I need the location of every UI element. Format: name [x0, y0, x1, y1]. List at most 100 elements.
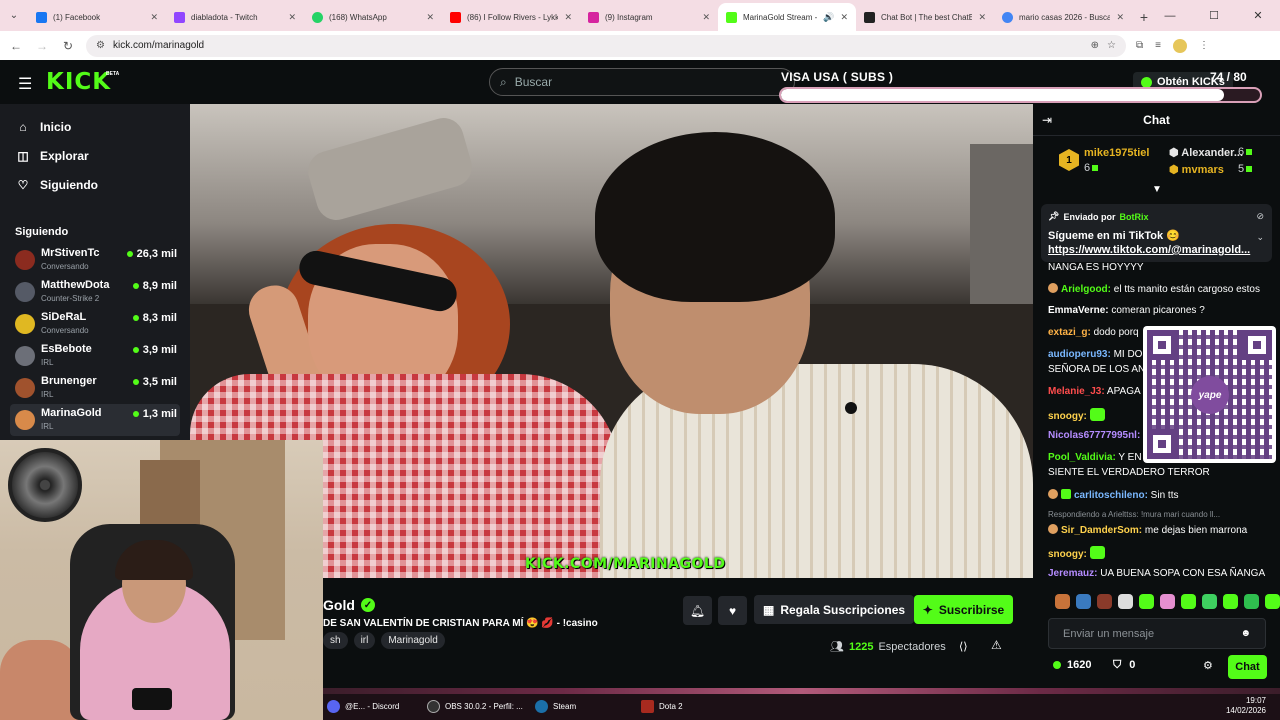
- badge-icon: [1048, 283, 1058, 293]
- subscribe-button[interactable]: ✦ Suscribirse: [914, 595, 1013, 624]
- sidebar-item-explorar[interactable]: ◫ Explorar: [16, 149, 88, 163]
- kicks-balance[interactable]: 1620: [1053, 659, 1091, 671]
- taskbar-item-discord[interactable]: @E... - Discord: [327, 700, 399, 713]
- minimize-icon[interactable]: —: [1148, 0, 1192, 31]
- tab-google[interactable]: mario casas 2026 - Buscar ✕: [994, 3, 1132, 31]
- emote-icon[interactable]: [1160, 594, 1175, 609]
- close-window-icon[interactable]: ✕: [1236, 0, 1280, 31]
- channel-points[interactable]: ⛉ 0: [1113, 659, 1135, 672]
- tag[interactable]: sh: [323, 632, 348, 649]
- close-icon[interactable]: ✕: [150, 12, 158, 23]
- sidebar-item-siguiendo[interactable]: ♡ Siguiendo: [16, 178, 98, 192]
- maximize-icon[interactable]: ☐: [1192, 0, 1236, 31]
- back-icon[interactable]: ←: [8, 39, 24, 53]
- forward-icon[interactable]: →: [34, 39, 50, 53]
- emote-icon[interactable]: [1181, 594, 1196, 609]
- dota-icon: [641, 700, 654, 713]
- followed-channel[interactable]: MrStivenTc Conversando 26,3 mil: [10, 244, 180, 276]
- qr-finder-icon: [1147, 330, 1177, 360]
- leaderboard-user[interactable]: ⬢ mvmars: [1169, 163, 1224, 176]
- chat-message: Arielgood: el tts manito están cargoso e…: [1048, 283, 1275, 296]
- emote-icon[interactable]: [1223, 594, 1238, 609]
- address-bar-row: ← → ↻ ⚙ kick.com/marinagold ⊕ ☆ ⧉ ≡ ⋮: [0, 31, 1280, 60]
- live-dot-icon: [132, 379, 139, 385]
- media-icon[interactable]: ≡: [1155, 40, 1161, 51]
- tab-search-icon[interactable]: ⌄: [0, 0, 28, 31]
- tab-whatsapp[interactable]: (168) WhatsApp ✕: [304, 3, 442, 31]
- menu-hamburger-icon[interactable]: ☰: [18, 74, 32, 94]
- emote-icon[interactable]: [1244, 594, 1259, 609]
- close-icon[interactable]: ✕: [840, 12, 848, 23]
- close-icon[interactable]: ✕: [1116, 12, 1124, 23]
- close-icon[interactable]: ✕: [702, 12, 710, 23]
- speaker-icon[interactable]: 🔊: [823, 12, 834, 23]
- emote-icon[interactable]: [1076, 594, 1091, 609]
- tab-instagram[interactable]: (9) Instagram ✕: [580, 3, 718, 31]
- extensions-icon[interactable]: ⧉: [1136, 40, 1143, 51]
- report-warning-icon[interactable]: ⚠: [991, 638, 1002, 652]
- followed-channel[interactable]: SiDeRaL Conversando 8,3 mil: [10, 308, 180, 340]
- channel-name[interactable]: Gold ✓: [323, 597, 375, 613]
- search-input[interactable]: ⌕ Buscar: [489, 68, 795, 96]
- pinned-link[interactable]: https://www.tiktok.com/@marinagold...: [1048, 244, 1250, 256]
- share-icon[interactable]: ⟨⟩: [959, 640, 968, 653]
- kick-logo[interactable]: KICK: [46, 69, 111, 95]
- close-icon[interactable]: ✕: [978, 12, 986, 23]
- webcam-scene-knee: [0, 640, 80, 720]
- emote-icon[interactable]: [1055, 594, 1070, 609]
- leaderboard-expand-icon[interactable]: ▼: [1152, 184, 1162, 195]
- unpin-icon[interactable]: ⊘: [1256, 211, 1264, 222]
- notification-bell-button[interactable]: 🔔︎: [683, 596, 712, 625]
- browser-toolbar-icons: ⧉ ≡ ⋮: [1136, 38, 1209, 53]
- tab-twitch[interactable]: diabladota - Twitch ✕: [166, 3, 304, 31]
- avatar: [15, 410, 35, 430]
- chat-send-button[interactable]: Chat: [1228, 655, 1267, 679]
- tab-chatbot[interactable]: Chat Bot | The best ChatB ✕: [856, 3, 994, 31]
- url-field[interactable]: ⚙ kick.com/marinagold ⊕ ☆: [86, 34, 1126, 57]
- reload-icon[interactable]: ↻: [60, 39, 76, 53]
- followed-channel[interactable]: EsBebote IRL 3,9 mil: [10, 340, 180, 372]
- followed-channel-active[interactable]: MarinaGold IRL 1,3 mil: [10, 404, 180, 436]
- live-dot-icon: [132, 411, 139, 417]
- emoji-picker-icon[interactable]: ☻: [1240, 628, 1251, 639]
- close-icon[interactable]: ✕: [564, 12, 572, 23]
- leaderboard-user[interactable]: mike1975tiel: [1084, 147, 1149, 159]
- badge-icon: [1048, 524, 1058, 534]
- emote-icon[interactable]: [1265, 594, 1280, 609]
- follow-heart-button[interactable]: ♥: [718, 596, 747, 625]
- sidebar-item-inicio[interactable]: ⌂ Inicio: [16, 120, 71, 134]
- zoom-icon[interactable]: ⊕: [1091, 40, 1099, 51]
- bookmark-star-icon[interactable]: ☆: [1107, 40, 1116, 51]
- tab-kick-active[interactable]: MarinaGold Stream - 🔊 ✕: [718, 3, 856, 31]
- chat-message-input[interactable]: Enviar un mensaje ☻: [1048, 618, 1266, 649]
- system-clock[interactable]: 19:07 14/02/2026: [1226, 696, 1266, 716]
- emote-icon[interactable]: [1097, 594, 1112, 609]
- taskbar-item-obs[interactable]: OBS 30.0.2 - Perfil: ...: [427, 700, 523, 713]
- taskbar-item-dota[interactable]: Dota 2: [641, 700, 683, 713]
- emote-icon[interactable]: [1139, 594, 1154, 609]
- chat-message: Jeremauz: UA BUENA SOPA CON ESA ÑANGA: [1048, 568, 1266, 579]
- site-info-icon[interactable]: ⚙: [96, 40, 105, 51]
- tag[interactable]: irl: [353, 632, 376, 649]
- gift-subs-button[interactable]: ▦ Regala Suscripciones: [754, 595, 915, 624]
- emote-icon[interactable]: [1118, 594, 1133, 609]
- video-watermark: KICK.COM/MARINAGOLD: [525, 556, 726, 572]
- chevron-down-icon[interactable]: ⌄: [1256, 232, 1264, 243]
- tag[interactable]: Marinagold: [381, 632, 445, 649]
- live-dot-icon: [132, 283, 139, 289]
- menu-dots-icon[interactable]: ⋮: [1199, 40, 1209, 51]
- followed-channel[interactable]: Brunenger IRL 3,5 mil: [10, 372, 180, 404]
- emote-icon[interactable]: [1202, 594, 1217, 609]
- taskbar-item-steam[interactable]: Steam: [535, 700, 576, 713]
- obs-icon: [427, 700, 440, 713]
- tab-youtube[interactable]: (86) I Follow Rivers - Lykke ✕: [442, 3, 580, 31]
- video-scene-window: [970, 144, 1033, 304]
- close-icon[interactable]: ✕: [426, 12, 434, 23]
- profile-avatar[interactable]: [1172, 38, 1187, 53]
- webcam-scene-fan: [8, 448, 82, 522]
- leaderboard-user[interactable]: ⬢ Alexander...: [1169, 146, 1243, 159]
- close-icon[interactable]: ✕: [288, 12, 296, 23]
- followed-channel[interactable]: MatthewDota Counter-Strike 2 8,9 mil: [10, 276, 180, 308]
- tab-facebook[interactable]: (1) Facebook ✕: [28, 3, 166, 31]
- chat-settings-gear-icon[interactable]: ⚙: [1203, 659, 1213, 672]
